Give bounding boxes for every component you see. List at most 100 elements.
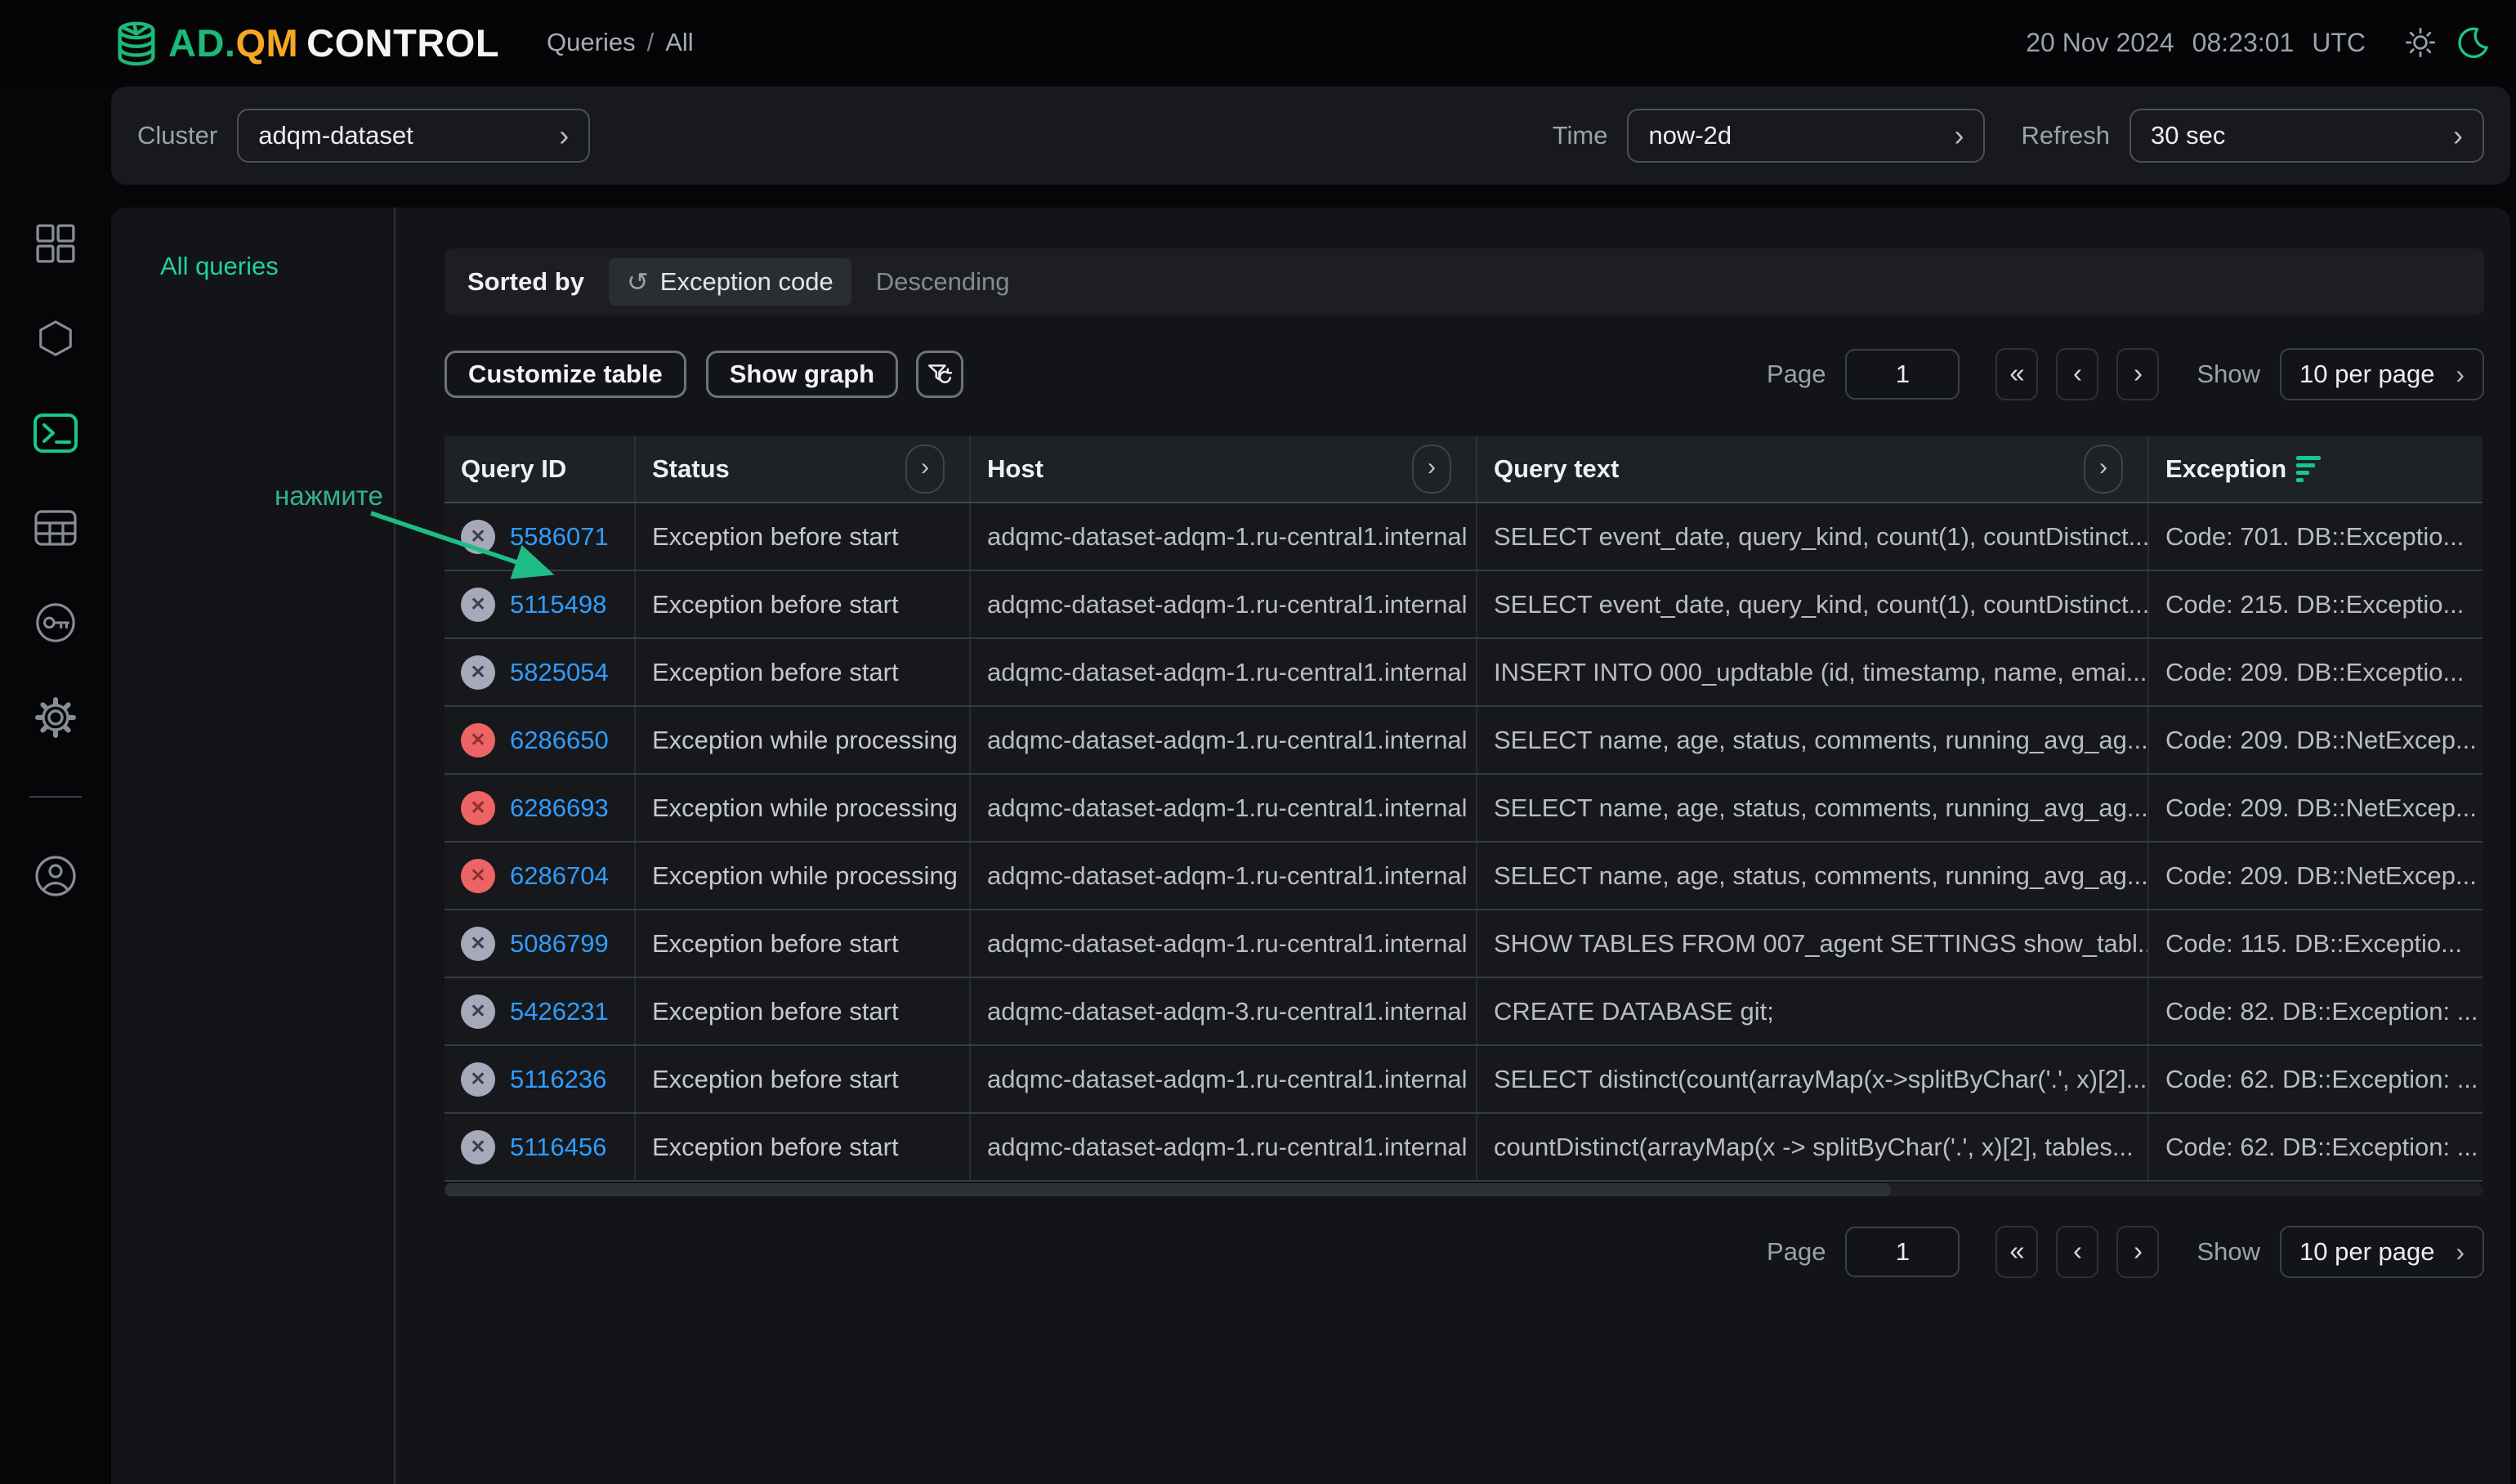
- sidebar-item-tables[interactable]: [33, 507, 78, 549]
- sort-field-value: Exception code: [660, 267, 833, 297]
- expand-status-column-button[interactable]: ›: [905, 445, 945, 494]
- per-page-select[interactable]: 10 per page ›: [2280, 348, 2484, 400]
- current-timezone: UTC: [2312, 28, 2366, 58]
- time-range-select[interactable]: now-2d ›: [1627, 109, 1985, 163]
- refresh-interval-value: 30 sec: [2151, 121, 2225, 150]
- sidebar-item-cluster[interactable]: [33, 317, 78, 360]
- cluster-select[interactable]: adqm-dataset ›: [237, 109, 590, 163]
- queries-table: Query ID Status › Host › Q: [445, 436, 2482, 1196]
- next-page-button[interactable]: ›: [2116, 348, 2159, 400]
- status-cell: Exception while processing: [636, 707, 971, 773]
- query-id-link[interactable]: 5116236: [510, 1065, 606, 1094]
- sidebar-item-queries[interactable]: [33, 412, 78, 454]
- breadcrumb-section[interactable]: Queries: [547, 28, 636, 57]
- status-cell: Exception before start: [636, 1114, 971, 1180]
- host-cell: adqmc-dataset-adqm-3.ru-central1.interna…: [971, 978, 1477, 1044]
- host-cell: adqmc-dataset-adqm-1.ru-central1.interna…: [971, 639, 1477, 705]
- moon-icon: [2456, 25, 2491, 60]
- exception-cell: Code: 215. DB::Exceptio...: [2149, 571, 2482, 637]
- host-cell: adqmc-dataset-adqm-1.ru-central1.interna…: [971, 503, 1477, 570]
- refresh-label: Refresh: [2021, 121, 2110, 150]
- sort-field-chip[interactable]: ↺ Exception code: [609, 258, 851, 306]
- query-id-link[interactable]: 6286650: [510, 726, 609, 755]
- chevron-right-icon: ›: [1428, 454, 1436, 485]
- table-row: ✕5116236Exception before startadqmc-data…: [445, 1046, 2482, 1114]
- error-status-icon: ✕: [461, 791, 495, 825]
- first-page-button[interactable]: «: [1995, 1226, 2038, 1278]
- query-text-cell: SELECT name, age, status, comments, runn…: [1477, 707, 2149, 773]
- pagination-bottom: Page « ‹ › Show 10 per page ›: [1767, 1226, 2484, 1278]
- query-text-cell: countDistinct(arrayMap(x -> splitByChar(…: [1477, 1114, 2149, 1180]
- nav-item-all-queries[interactable]: All queries: [160, 252, 279, 280]
- time-range-value: now-2d: [1648, 121, 1732, 150]
- queries-nav-panel: All queries: [111, 208, 395, 1484]
- previous-page-button[interactable]: ‹: [2056, 1226, 2098, 1278]
- status-cell: Exception while processing: [636, 843, 971, 909]
- column-header-query-id: Query ID: [445, 436, 636, 502]
- host-cell: adqmc-dataset-adqm-1.ru-central1.interna…: [971, 1046, 1477, 1112]
- table-body: ✕5586071Exception before startadqmc-data…: [445, 503, 2482, 1182]
- page-number-input[interactable]: [1845, 349, 1960, 400]
- tables-icon: [34, 508, 78, 548]
- previous-page-button[interactable]: ‹: [2056, 348, 2098, 400]
- query-id-link[interactable]: 5116456: [510, 1133, 606, 1162]
- hexagon-icon: [34, 318, 77, 359]
- host-cell: adqmc-dataset-adqm-1.ru-central1.interna…: [971, 707, 1477, 773]
- query-text-cell: SHOW TABLES FROM 007_agent SETTINGS show…: [1477, 910, 2149, 977]
- per-page-select[interactable]: 10 per page ›: [2280, 1226, 2484, 1278]
- exception-cell: Code: 82. DB::Exception: ...: [2149, 978, 2482, 1044]
- show-graph-button[interactable]: Show graph: [706, 351, 898, 398]
- customize-table-button[interactable]: Customize table: [445, 351, 686, 398]
- sidebar-item-settings[interactable]: [33, 696, 78, 739]
- next-page-button[interactable]: ›: [2116, 1226, 2159, 1278]
- logo-ad: AD.: [168, 20, 235, 65]
- expand-query-text-column-button[interactable]: ›: [2084, 445, 2123, 494]
- dark-theme-button[interactable]: [2456, 25, 2491, 60]
- settings-gear-icon: [34, 696, 77, 739]
- sidebar-item-dashboard[interactable]: [33, 222, 78, 265]
- reset-filters-button[interactable]: [916, 351, 963, 398]
- breadcrumb: Queries / All: [547, 28, 694, 57]
- sort-descending-icon[interactable]: [2296, 456, 2321, 482]
- query-id-link[interactable]: 6286704: [510, 861, 609, 891]
- query-id-link[interactable]: 5825054: [510, 658, 609, 687]
- light-theme-button[interactable]: [2403, 25, 2438, 60]
- expand-host-column-button[interactable]: ›: [1412, 445, 1451, 494]
- query-text-cell: SELECT name, age, status, comments, runn…: [1477, 775, 2149, 841]
- horizontal-scrollbar[interactable]: [445, 1183, 2482, 1196]
- host-cell: adqmc-dataset-adqm-1.ru-central1.interna…: [971, 775, 1477, 841]
- scrollbar-thumb[interactable]: [445, 1183, 1891, 1196]
- query-id-cell: ✕5116456: [445, 1114, 636, 1180]
- breadcrumb-page[interactable]: All: [665, 28, 693, 57]
- show-label: Show: [2196, 360, 2260, 389]
- sidebar-item-account[interactable]: [33, 855, 78, 897]
- query-text-cell: CREATE DATABASE git;: [1477, 978, 2149, 1044]
- status-cell: Exception before start: [636, 639, 971, 705]
- page-number-input[interactable]: [1845, 1227, 1960, 1277]
- query-id-cell: ✕ 6286693: [445, 775, 636, 841]
- query-id-link[interactable]: 6286693: [510, 793, 609, 823]
- query-id-link[interactable]: 5115498: [510, 590, 606, 619]
- query-text-cell: SELECT distinct(count(arrayMap(x->splitB…: [1477, 1046, 2149, 1112]
- query-id-link[interactable]: 5586071: [510, 522, 609, 552]
- query-id-cell: ✕5115498: [445, 571, 636, 637]
- sidebar-item-keys[interactable]: [33, 601, 78, 644]
- refresh-interval-select[interactable]: 30 sec ›: [2129, 109, 2484, 163]
- column-header-query-text: Query text ›: [1477, 436, 2149, 502]
- page-label: Page: [1767, 360, 1826, 389]
- reset-sort-icon: ↺: [627, 266, 649, 297]
- status-cell: Exception before start: [636, 571, 971, 637]
- exception-cell: Code: 209. DB::Exceptio...: [2149, 639, 2482, 705]
- exception-cell: Code: 209. DB::NetExcep...: [2149, 707, 2482, 773]
- queries-terminal-icon: [33, 412, 78, 454]
- query-id-link[interactable]: 5086799: [510, 929, 609, 959]
- first-page-button[interactable]: «: [1995, 348, 2038, 400]
- query-id-link[interactable]: 5426231: [510, 997, 609, 1026]
- status-cell: Exception before start: [636, 1046, 971, 1112]
- exception-status-icon: ✕: [461, 927, 495, 961]
- query-id-cell: ✕5426231: [445, 978, 636, 1044]
- table-header-row: Query ID Status › Host › Q: [445, 436, 2482, 503]
- status-cell: Exception before start: [636, 910, 971, 977]
- table-row: ✕5116456Exception before startadqmc-data…: [445, 1114, 2482, 1182]
- host-cell: adqmc-dataset-adqm-1.ru-central1.interna…: [971, 571, 1477, 637]
